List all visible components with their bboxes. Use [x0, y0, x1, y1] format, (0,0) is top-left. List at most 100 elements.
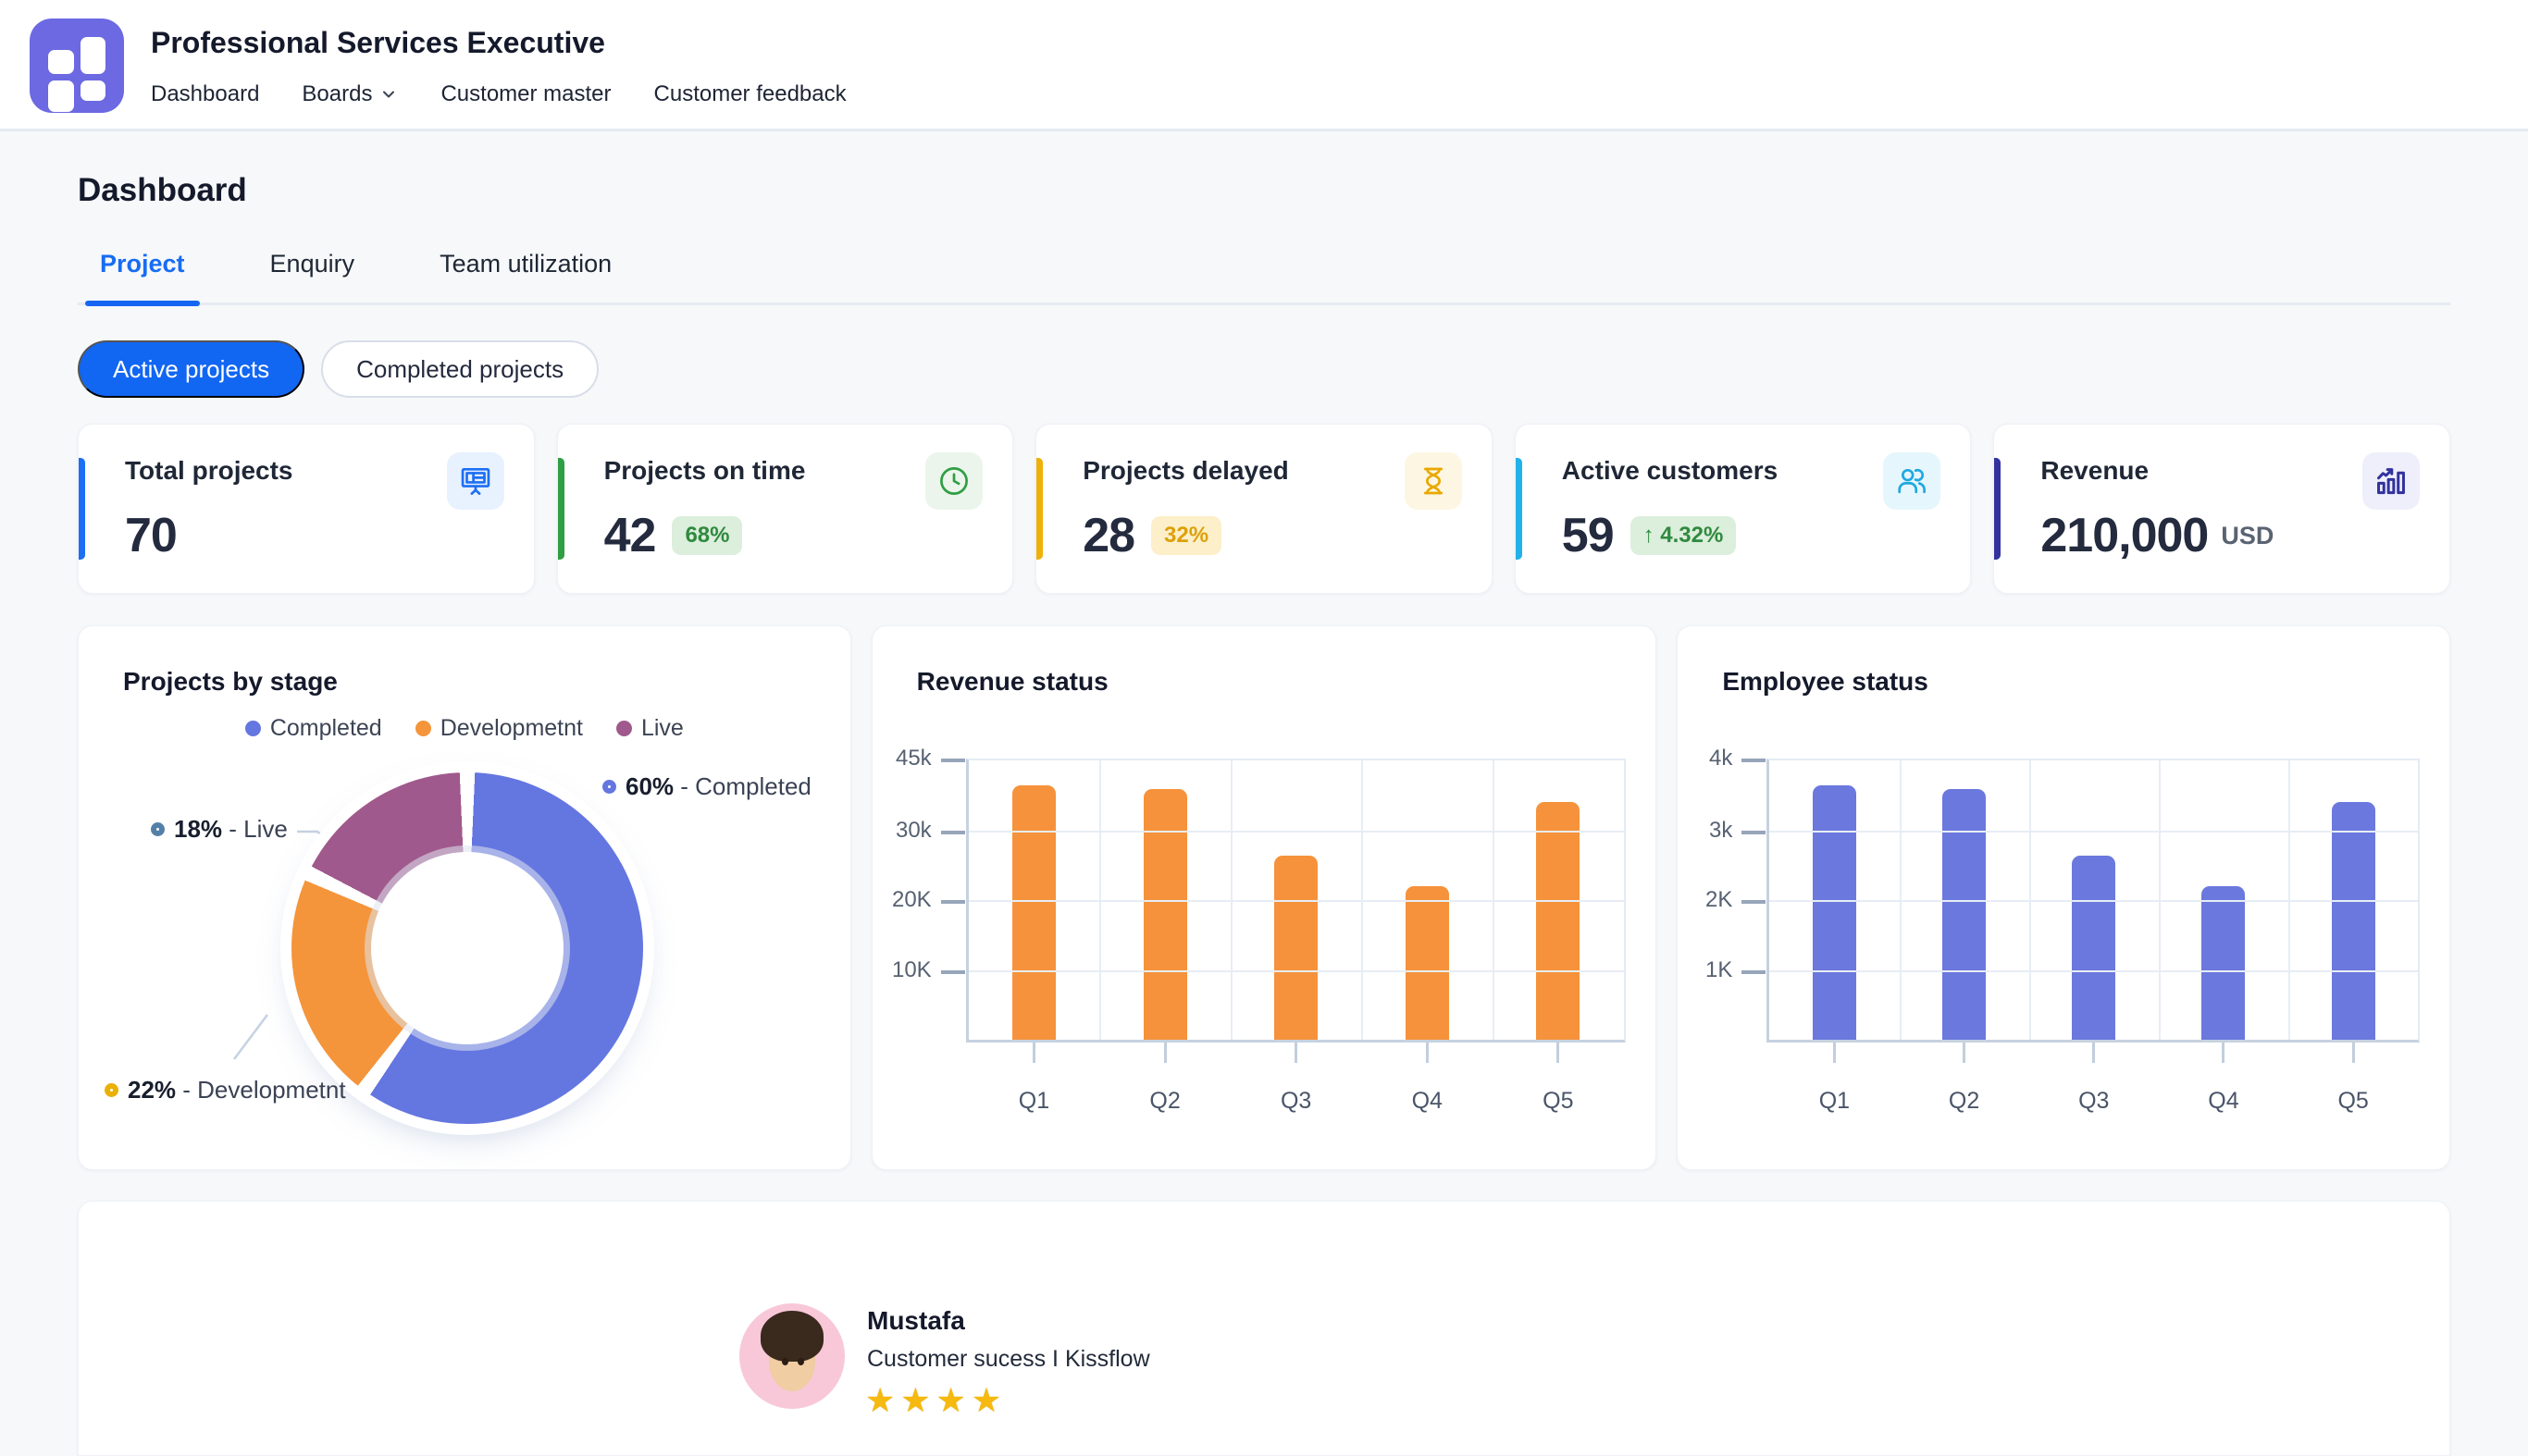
gridline — [2158, 760, 2161, 1040]
avatar-hair — [760, 1310, 824, 1362]
tab-team-utilization[interactable]: Team utilization — [430, 250, 621, 302]
bar-Q2[interactable] — [1942, 788, 1987, 1040]
legend-item[interactable]: Live — [615, 715, 684, 742]
legend-dot — [615, 721, 632, 736]
filter-completed-projects[interactable]: Completed projects — [321, 340, 600, 398]
chart-title: Revenue status — [916, 667, 1109, 696]
chevron-down-icon — [383, 91, 395, 98]
bar-Q3[interactable] — [1274, 855, 1319, 1040]
x-tick-label: Q2 — [1149, 1088, 1181, 1114]
chart-title: Employee status — [1722, 667, 1928, 696]
bar-Q5[interactable] — [1536, 801, 1580, 1040]
donut-legend: Completed Developmetnt Live — [79, 715, 850, 742]
accent-bar — [1515, 458, 1522, 560]
tab-enquiry[interactable]: Enquiry — [261, 250, 365, 302]
icon-chip — [1404, 452, 1462, 510]
gridline: 3k — [1709, 818, 2419, 843]
stat-card-row: Total projects 70 Projects on time 42 68… — [78, 424, 2450, 594]
bar-Q1[interactable] — [1812, 785, 1856, 1040]
x-tick-mark — [1832, 1043, 1836, 1063]
stat-title: Active customers — [1561, 456, 1778, 485]
nav-customer-master[interactable]: Customer master — [440, 81, 611, 107]
x-tick-mark — [1032, 1043, 1035, 1063]
stat-value: 28 — [1083, 509, 1135, 562]
ring-marker — [105, 1083, 118, 1097]
nav-dashboard[interactable]: Dashboard — [151, 81, 259, 107]
y-tick-label: 10K — [891, 956, 932, 982]
project-filter-group: Active projects Completed projects — [78, 340, 2450, 398]
avatar-eye — [781, 1358, 788, 1366]
callout-development: 22% - Developmetnt — [105, 1076, 346, 1104]
callout-completed: 60% - Completed — [602, 772, 812, 801]
gridline: 20K — [892, 887, 1624, 912]
nav-customer-feedback[interactable]: Customer feedback — [654, 81, 847, 107]
icon-chip — [925, 452, 984, 510]
x-tick-mark — [1425, 1043, 1429, 1063]
x-tick-marks — [1769, 1043, 2418, 1063]
y-tick-dash — [1741, 830, 1766, 834]
x-tick-label: Q1 — [1818, 1088, 1851, 1114]
x-tick-label: Q1 — [1018, 1088, 1050, 1114]
y-tick-label: 4k — [1708, 746, 1733, 771]
projects-by-stage-donut[interactable] — [291, 772, 643, 1124]
bar-Q2[interactable] — [1143, 788, 1187, 1040]
x-tick-label: Q3 — [1280, 1088, 1312, 1114]
y-tick-dash — [1741, 900, 1766, 904]
accent-bar — [557, 458, 564, 560]
icon-chip — [1883, 452, 1941, 510]
gridline — [1099, 760, 1102, 1040]
projects-by-stage-card: Projects by stage Completed Developmetnt L… — [78, 625, 851, 1170]
x-tick-label: Q4 — [2208, 1088, 2239, 1114]
x-tick-mark — [1163, 1043, 1167, 1063]
y-tick-dash — [940, 830, 965, 834]
app-logo[interactable] — [30, 19, 124, 113]
status-badge: 32% — [1151, 516, 1222, 555]
feedback-name: Mustafa — [867, 1306, 965, 1335]
bar-Q4[interactable] — [1405, 885, 1449, 1040]
stat-card: Projects on time 42 68% — [556, 424, 1014, 594]
y-tick-label: 30k — [895, 817, 932, 843]
x-tick-label: Q2 — [1948, 1088, 1980, 1114]
y-tick-dash — [1741, 969, 1766, 974]
y-tick-dash — [1741, 759, 1766, 762]
feedback-role: Customer sucess I Kissflow — [867, 1346, 1150, 1372]
bar-Q5[interactable] — [2331, 801, 2375, 1040]
employee-status-card: Employee status Q1 Q2 Q3 Q4 Q5 4k 3k 2K 1K — [1677, 625, 2450, 1170]
y-tick-label: 3k — [1708, 817, 1733, 843]
y-tick-label: 1K — [1704, 956, 1733, 982]
logo-block — [80, 37, 105, 74]
gridline: 10K — [892, 957, 1624, 982]
donut-hole — [371, 852, 564, 1044]
legend-item[interactable]: Developmetnt — [415, 715, 583, 742]
revenue-plot-area: Q1 Q2 Q3 Q4 Q5 45k 30k 20K 10K — [892, 746, 1626, 1114]
x-tick-mark — [2092, 1043, 2096, 1063]
gridline: 1K — [1705, 957, 2419, 982]
bar-Q3[interactable] — [2072, 855, 2116, 1040]
filter-active-projects[interactable]: Active projects — [78, 340, 305, 398]
dashboard-content: Dashboard Project Enquiry Team utilizati… — [78, 131, 2450, 1456]
callout-live: 18% - Live — [151, 815, 288, 844]
bar-Q4[interactable] — [2201, 885, 2246, 1040]
currency-suffix: USD — [2221, 521, 2274, 549]
tab-project[interactable]: Project — [85, 250, 200, 306]
x-tick-mark — [2351, 1043, 2355, 1063]
gridline — [2288, 760, 2291, 1040]
stat-title: Revenue — [2040, 456, 2150, 485]
stat-title: Projects on time — [603, 456, 806, 485]
x-tick-mark — [1963, 1043, 1966, 1063]
gridline — [1230, 760, 1233, 1040]
status-badge: 68% — [672, 516, 743, 555]
bar-Q1[interactable] — [1011, 785, 1056, 1040]
employee-plot-area: Q1 Q2 Q3 Q4 Q5 4k 3k 2K 1K — [1705, 746, 2421, 1114]
accent-bar — [1036, 458, 1044, 560]
header-nav: Dashboard Boards Customer master Custome… — [151, 81, 847, 107]
tab-bar: Project Enquiry Team utilization — [78, 250, 2450, 306]
star-rating[interactable]: ★★★★ — [865, 1381, 1007, 1420]
y-tick-label: 20K — [891, 887, 932, 912]
nav-boards[interactable]: Boards — [302, 81, 398, 107]
stat-card: Revenue 210,000 USD — [1993, 424, 2450, 594]
y-tick-label: 45k — [895, 746, 932, 771]
x-tick-label: Q3 — [2078, 1088, 2110, 1114]
page-title: Dashboard — [78, 172, 247, 208]
legend-item[interactable]: Completed — [244, 715, 382, 742]
